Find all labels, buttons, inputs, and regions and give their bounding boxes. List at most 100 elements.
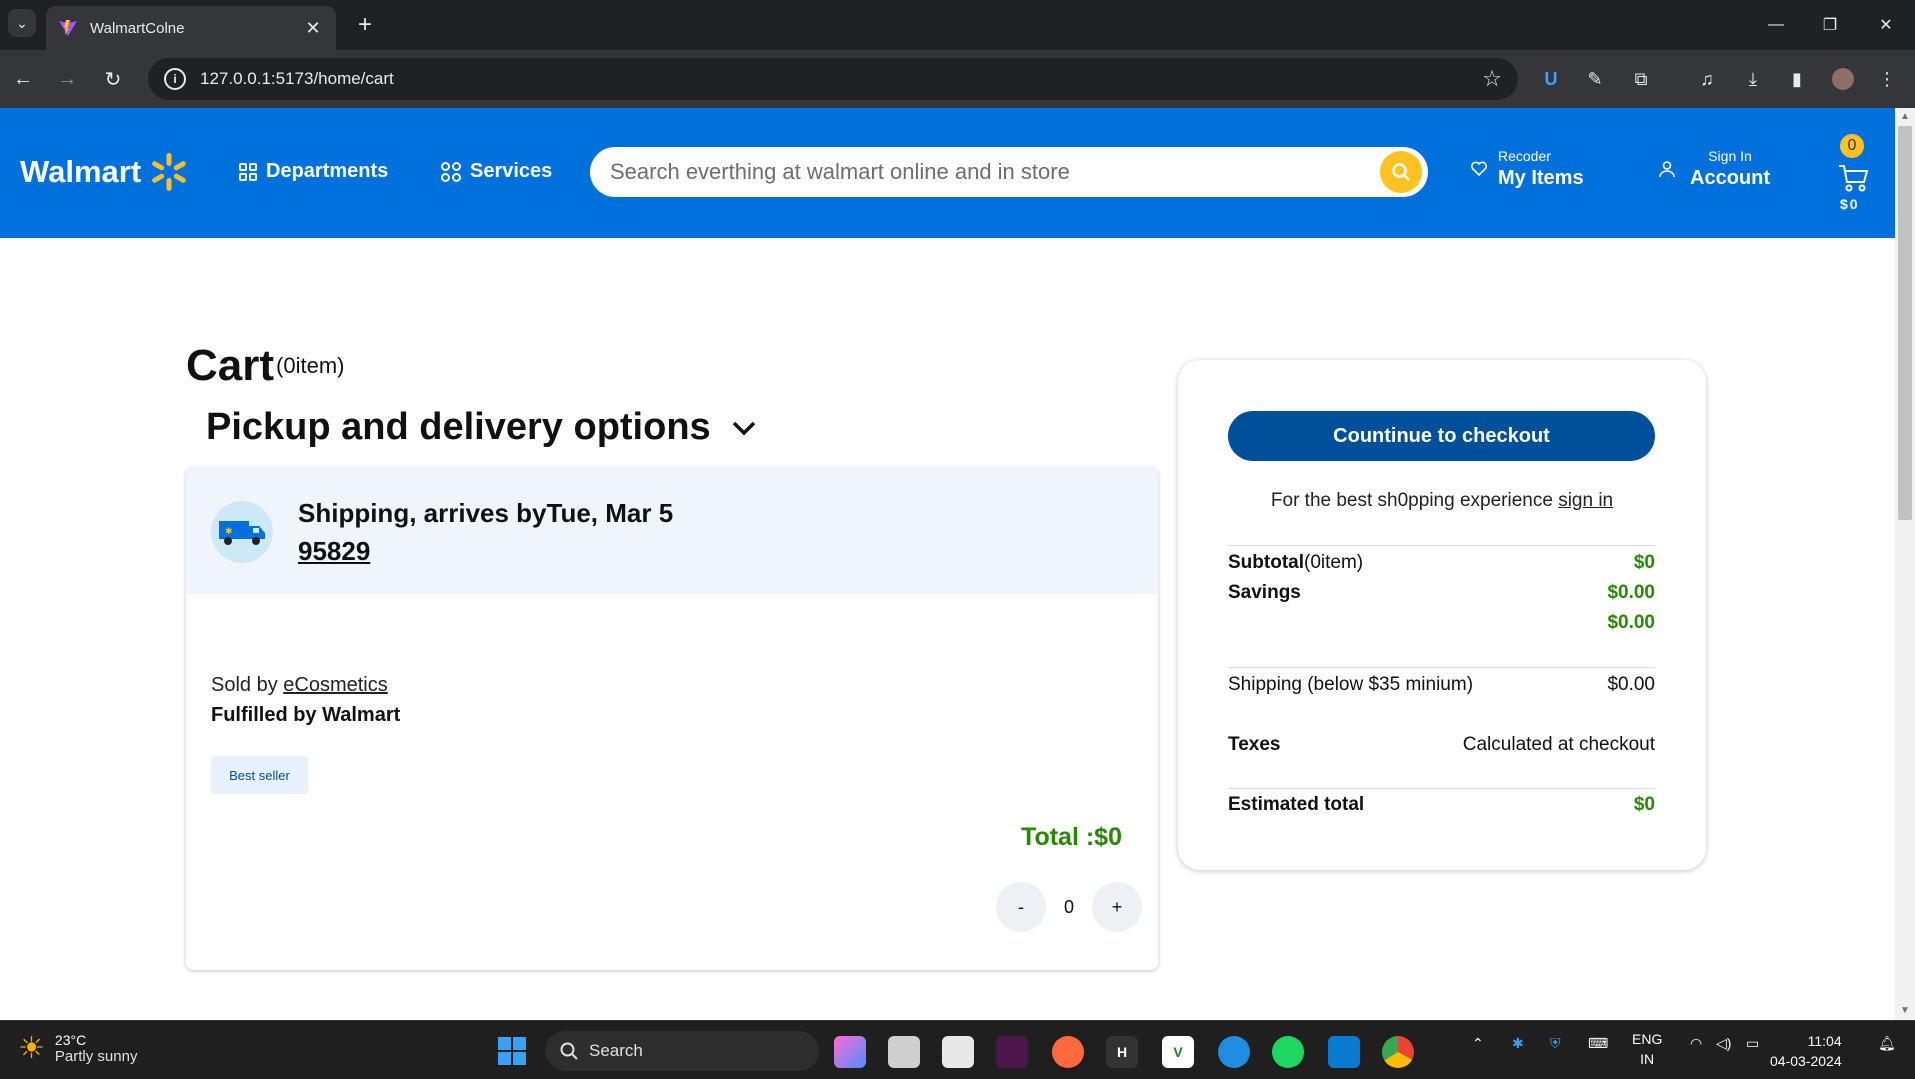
logo-text: Walmart bbox=[20, 154, 142, 189]
minimize-button[interactable]: — bbox=[1756, 10, 1796, 40]
taxes-row: Texes Calculated at checkout bbox=[1228, 734, 1655, 756]
services-link[interactable]: Services bbox=[440, 160, 552, 183]
increase-quantity-button[interactable]: + bbox=[1092, 882, 1142, 932]
services-icon bbox=[441, 161, 461, 182]
scroll-up-icon[interactable]: ▲ bbox=[1899, 111, 1911, 123]
best-experience-text: For the best sh0pping experience sign in bbox=[1178, 490, 1706, 512]
back-icon[interactable]: ← bbox=[8, 64, 38, 94]
subtotal-label: Subtotal bbox=[1228, 552, 1304, 573]
weather-description: Partly sunny bbox=[54, 1048, 138, 1065]
best-seller-badge: Best seller bbox=[211, 756, 308, 794]
summary-divider bbox=[1228, 667, 1655, 668]
grid-icon bbox=[239, 162, 257, 181]
vscode-icon[interactable] bbox=[1328, 1036, 1360, 1068]
browser-tab[interactable]: WalmartColne ✕ bbox=[46, 6, 336, 50]
new-tab-button[interactable]: + bbox=[350, 10, 380, 40]
extensions-puzzle-icon[interactable]: ⧉ bbox=[1626, 64, 1656, 94]
restore-button[interactable]: ❐ bbox=[1810, 10, 1850, 40]
page-scrollbar[interactable]: ▲ ▼ bbox=[1895, 108, 1915, 1020]
user-icon bbox=[1659, 161, 1675, 178]
scroll-thumb[interactable] bbox=[1898, 126, 1912, 520]
shipping-banner: ✱ Shipping, arrives byTue, Mar 5 95829 bbox=[186, 468, 1158, 594]
windows-start-icon[interactable] bbox=[496, 1035, 528, 1067]
seller-link[interactable]: eCosmetics bbox=[283, 674, 387, 696]
postman-icon[interactable] bbox=[1052, 1036, 1084, 1068]
fulfilled-by: Fulfilled by Walmart bbox=[211, 704, 401, 726]
site-info-icon[interactable]: i bbox=[164, 68, 186, 90]
svg-text:✱: ✱ bbox=[225, 527, 233, 537]
spark-icon bbox=[152, 153, 186, 191]
departments-link[interactable]: Departments bbox=[238, 160, 388, 183]
windows-taskbar: ☀ 23°C Partly sunny Search H V ⌃ ✱ ⛨ ⌨ E… bbox=[0, 1020, 1915, 1079]
cart-icon bbox=[1839, 165, 1869, 192]
vue-icon[interactable]: V bbox=[1162, 1036, 1194, 1068]
copilot-icon[interactable] bbox=[834, 1036, 866, 1068]
extension-u-icon[interactable]: U bbox=[1536, 64, 1566, 94]
search-button[interactable] bbox=[1380, 151, 1422, 193]
tab-search-button[interactable]: ⌄ bbox=[8, 9, 36, 37]
spotify-icon[interactable] bbox=[1272, 1036, 1304, 1068]
shipping-value: $0.00 bbox=[1607, 674, 1655, 695]
cart-item-card: ✱ Shipping, arrives byTue, Mar 5 95829 S… bbox=[186, 468, 1158, 970]
search-icon bbox=[560, 1042, 578, 1060]
decrease-quantity-button[interactable]: - bbox=[996, 882, 1046, 932]
wifi-icon[interactable]: ◠ bbox=[1690, 1035, 1702, 1052]
eyedropper-icon[interactable]: ✎ bbox=[1580, 64, 1610, 94]
edge-icon[interactable] bbox=[1218, 1036, 1250, 1068]
address-bar[interactable]: i 127.0.0.1:5173/home/cart ☆ bbox=[148, 58, 1518, 100]
best-experience-label: For the best sh0pping experience bbox=[1270, 490, 1553, 511]
weather-widget[interactable]: ☀ 23°C Partly sunny bbox=[18, 1031, 137, 1066]
show-hidden-icons[interactable]: ⌃ bbox=[1472, 1035, 1484, 1052]
chrome-icon[interactable] bbox=[1382, 1036, 1414, 1068]
services-label: Services bbox=[470, 160, 553, 182]
scroll-down-icon[interactable]: ▼ bbox=[1899, 1005, 1911, 1017]
sign-in-link[interactable]: sign in bbox=[1558, 490, 1613, 511]
account-link[interactable]: Sign In Account bbox=[1658, 148, 1770, 190]
close-window-button[interactable]: ✕ bbox=[1866, 10, 1906, 40]
side-panel-icon[interactable]: ▮ bbox=[1782, 64, 1812, 94]
microsoft-store-icon[interactable] bbox=[942, 1036, 974, 1068]
header-cart-button[interactable]: 0 $0 bbox=[1836, 134, 1872, 214]
cart-total-label: $0 bbox=[1840, 196, 1860, 212]
notification-bell-icon[interactable]: 🔔︎ bbox=[1878, 1035, 1896, 1052]
search-input[interactable] bbox=[610, 159, 1380, 185]
h-app-icon[interactable]: H bbox=[1106, 1036, 1138, 1068]
reorder-link[interactable]: Recoder My Items bbox=[1470, 148, 1584, 190]
search-icon bbox=[1392, 163, 1410, 181]
taxes-label: Texes bbox=[1228, 734, 1281, 755]
order-summary-card: Countinue to checkout For the best sh0pp… bbox=[1178, 360, 1706, 870]
cart-title: Cart (0item) bbox=[186, 341, 344, 391]
system-clock[interactable]: 11:04 04-03-2024 bbox=[1770, 1031, 1842, 1071]
browser-menu-icon[interactable]: ⋮ bbox=[1872, 64, 1902, 94]
security-shield-icon[interactable]: ⛨ bbox=[1550, 1035, 1561, 1052]
estimated-total-row: Estimated total $0 bbox=[1228, 794, 1655, 816]
clock-time: 11:04 bbox=[1807, 1033, 1842, 1049]
media-control-icon[interactable]: ♫ bbox=[1692, 64, 1722, 94]
language-code: ENG bbox=[1632, 1031, 1663, 1047]
vite-icon bbox=[59, 20, 77, 36]
bookmark-star-icon[interactable]: ☆ bbox=[1482, 66, 1502, 92]
battery-icon[interactable]: ▭ bbox=[1746, 1035, 1759, 1052]
savings-row-2: $0.00 bbox=[1228, 612, 1655, 634]
walmart-logo[interactable]: Walmart bbox=[20, 152, 189, 192]
keyboard-icon[interactable]: ⌨ bbox=[1588, 1035, 1608, 1052]
forward-icon[interactable]: → bbox=[52, 64, 82, 94]
download-icon[interactable]: ⤓ bbox=[1738, 64, 1768, 94]
zip-code-link[interactable]: 95829 bbox=[298, 536, 370, 567]
slack-icon[interactable] bbox=[996, 1036, 1028, 1068]
clock-date: 04-03-2024 bbox=[1770, 1053, 1842, 1069]
profile-avatar[interactable] bbox=[1828, 64, 1858, 94]
task-view-icon[interactable] bbox=[888, 1036, 920, 1068]
taskbar-search[interactable]: Search bbox=[545, 1031, 819, 1071]
reorder-big-label: My Items bbox=[1498, 167, 1584, 189]
address-url[interactable]: 127.0.0.1:5173/home/cart bbox=[200, 69, 1482, 89]
tab-close-icon[interactable]: ✕ bbox=[302, 18, 324, 39]
pickup-delivery-toggle[interactable]: Pickup and delivery options bbox=[206, 406, 757, 449]
checkout-button[interactable]: Countinue to checkout bbox=[1228, 411, 1655, 461]
volume-icon[interactable]: ◁) bbox=[1716, 1035, 1731, 1052]
reload-icon[interactable]: ↻ bbox=[98, 64, 128, 94]
subtotal-row: Subtotal(0item) $0 bbox=[1228, 552, 1655, 574]
language-indicator[interactable]: ENG IN bbox=[1632, 1029, 1662, 1069]
quantity-value: 0 bbox=[1063, 896, 1074, 917]
bluetooth-icon[interactable]: ✱ bbox=[1512, 1035, 1524, 1052]
